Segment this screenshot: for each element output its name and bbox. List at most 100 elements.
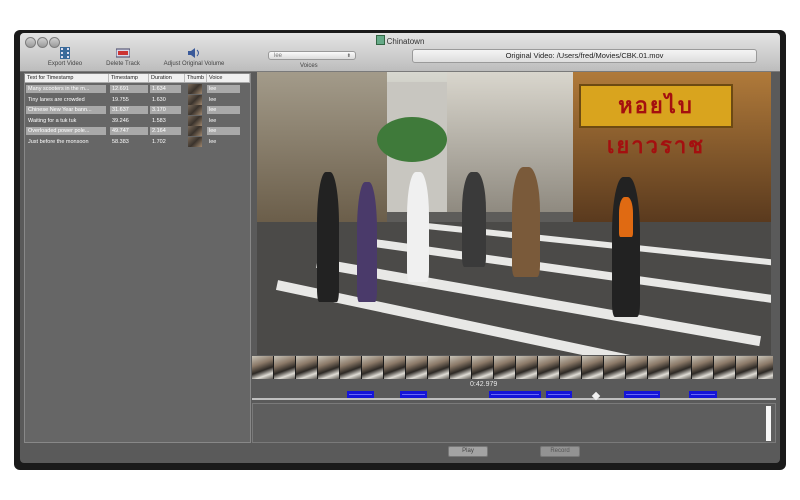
cell-voice[interactable]: lee (207, 106, 240, 114)
filmstrip-frame (538, 356, 560, 379)
filmstrip-frame (494, 356, 516, 379)
voice-track-timeline[interactable] (252, 391, 776, 403)
filmstrip-frame (670, 356, 692, 379)
col-header-thumb[interactable]: Thumb (185, 74, 207, 82)
cell-voice[interactable]: lee (207, 96, 240, 104)
adjust-volume-button[interactable]: Adjust Original Volume (156, 47, 232, 67)
filmstrip-frame (604, 356, 626, 379)
table-row[interactable]: Waiting for a tuk tuk 39.246 1.583 lee (25, 115, 250, 126)
scroll-indicator[interactable] (766, 406, 771, 441)
voices-label: Voices (300, 63, 318, 69)
cell-duration[interactable]: 1.583 (150, 117, 181, 125)
voice-segment[interactable] (347, 391, 374, 398)
cell-text[interactable]: Tiny lanes are crowded (26, 96, 106, 104)
filmstrip-frame (252, 356, 274, 379)
export-video-label: Export Video (47, 61, 83, 67)
filmstrip-frame (406, 356, 428, 379)
col-header-duration[interactable]: Duration (149, 74, 185, 82)
cell-timestamp[interactable]: 12.691 (110, 85, 148, 93)
filmstrip-frame (648, 356, 670, 379)
cell-text[interactable]: Waiting for a tuk tuk (26, 117, 106, 125)
cell-duration[interactable]: 2.164 (150, 127, 181, 135)
cell-thumbnail (188, 115, 202, 126)
cell-voice[interactable]: lee (207, 127, 240, 135)
filmstrip-frame (692, 356, 714, 379)
pedestrian (462, 172, 486, 267)
pedestrian (407, 172, 429, 282)
filmstrip-frame (318, 356, 340, 379)
cell-voice[interactable]: lee (207, 138, 240, 146)
video-preview[interactable]: หอยไบเยาวราช (257, 72, 771, 355)
filmstrip[interactable] (252, 356, 773, 379)
table-row[interactable]: Overloaded power pole... 49.747 2.164 lee (25, 126, 250, 136)
cell-text[interactable]: Overloaded power pole... (26, 127, 106, 135)
cell-timestamp[interactable]: 58.383 (110, 138, 148, 146)
filmstrip-frame (384, 356, 406, 379)
filmstrip-frame (428, 356, 450, 379)
cell-voice[interactable]: lee (207, 117, 240, 125)
cell-text[interactable]: Many scooters in the m... (26, 85, 106, 93)
voices-select[interactable]: lee ⬍ (268, 51, 356, 60)
delete-track-button[interactable]: Delete Track (98, 47, 148, 67)
cell-thumbnail (188, 136, 202, 147)
cell-timestamp[interactable]: 31.637 (110, 106, 148, 114)
pedestrian (512, 167, 540, 277)
col-header-timestamp[interactable]: Timestamp (109, 74, 149, 82)
cell-timestamp[interactable]: 39.246 (110, 117, 148, 125)
play-button[interactable]: Play (448, 446, 488, 457)
voice-segment[interactable] (546, 391, 572, 398)
delete-track-label: Delete Track (106, 61, 140, 67)
filmstrip-frame (274, 356, 296, 379)
cell-duration[interactable]: 3.170 (150, 106, 181, 114)
pedestrian (357, 182, 377, 302)
cell-duration[interactable]: 1.630 (150, 96, 181, 104)
filmstrip-frame (296, 356, 318, 379)
current-time-readout: 0:42.979 (470, 381, 498, 388)
cell-thumbnail (188, 126, 202, 136)
cell-text[interactable]: Chinese New Year bann... (26, 106, 106, 114)
voice-segment[interactable] (689, 391, 717, 398)
scrub-bar[interactable] (252, 398, 776, 400)
filmstrip-frame (714, 356, 736, 379)
filmstrip-frame (516, 356, 538, 379)
app-window: Chinatown Export Video Delete Track Adju… (20, 33, 780, 463)
document-icon (375, 35, 385, 45)
cell-voice[interactable]: lee (207, 85, 240, 93)
video-shop-sign: หอยไบเยาวราช (579, 84, 733, 159)
window-title: Chinatown (20, 35, 780, 46)
table-row[interactable]: Many scooters in the m... 12.691 1.634 lee (25, 84, 250, 94)
title-toolbar: Chinatown Export Video Delete Track Adju… (20, 33, 780, 72)
filmstrip-frame (736, 356, 758, 379)
voice-segment[interactable] (624, 391, 660, 398)
voice-segment[interactable] (400, 391, 427, 398)
video-tree (377, 117, 447, 162)
filmstrip-frame (582, 356, 604, 379)
cell-thumbnail (188, 105, 202, 115)
record-button[interactable]: Record (540, 446, 580, 457)
filmstrip-frame (758, 356, 773, 379)
timestamp-table: Text for Timestamp Timestamp Duration Th… (24, 73, 251, 443)
pedestrian (317, 172, 339, 302)
filmstrip-frame (560, 356, 582, 379)
cell-timestamp[interactable]: 19.755 (110, 96, 148, 104)
table-row[interactable]: Tiny lanes are crowded 19.755 1.630 lee (25, 94, 250, 105)
speaker-icon (188, 48, 199, 58)
cell-text[interactable]: Just before the monsoon (26, 138, 106, 146)
col-header-text[interactable]: Text for Timestamp (25, 74, 109, 82)
voice-segment[interactable] (489, 391, 541, 398)
table-row[interactable]: Just before the monsoon 58.383 1.702 lee (25, 136, 250, 147)
lower-panel (252, 403, 776, 443)
filmstrip-frame (362, 356, 384, 379)
cell-thumbnail (188, 94, 202, 105)
cell-duration[interactable]: 1.702 (150, 138, 181, 146)
cell-duration[interactable]: 1.634 (150, 85, 181, 93)
cell-thumbnail (188, 84, 202, 94)
original-video-path: Original Video: /Users/fred/Movies/CBK.0… (412, 49, 757, 63)
table-header: Text for Timestamp Timestamp Duration Th… (25, 74, 250, 83)
col-header-voice[interactable]: Voice (207, 74, 250, 82)
cell-timestamp[interactable]: 49.747 (110, 127, 148, 135)
export-video-button[interactable]: Export Video (40, 47, 90, 67)
table-row[interactable]: Chinese New Year bann... 31.637 3.170 lee (25, 105, 250, 115)
filmstrip-frame (340, 356, 362, 379)
filmstrip-frame (626, 356, 648, 379)
